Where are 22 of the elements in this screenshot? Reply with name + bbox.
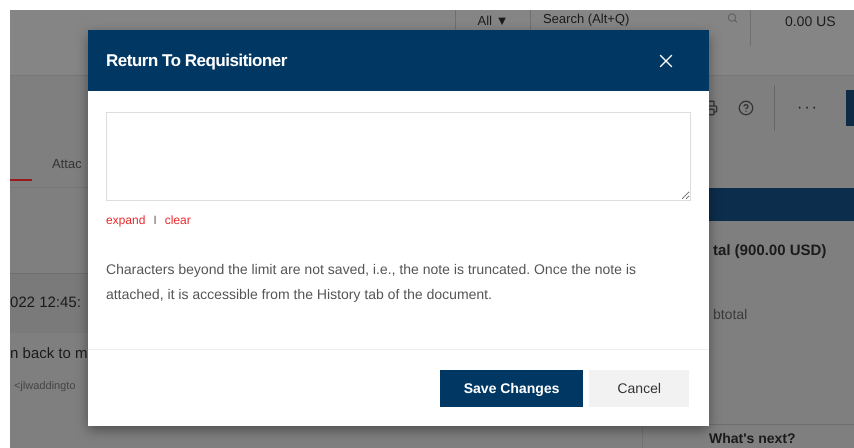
save-button[interactable]: Save Changes	[440, 370, 584, 406]
note-link[interactable]: expand	[106, 211, 146, 229]
timestamp: 022 12:45:	[10, 293, 81, 314]
scope-filter[interactable]: All ▼	[478, 11, 508, 30]
cart-total: 0.00 US	[785, 12, 836, 31]
more-button[interactable]: ···	[797, 96, 819, 120]
note-link[interactable]: clear	[164, 211, 191, 229]
cancel-button[interactable]: Cancel	[589, 370, 689, 406]
link-separator: I	[153, 212, 157, 229]
search-icon[interactable]	[727, 11, 738, 25]
help-icon[interactable]	[738, 100, 754, 116]
total-label: tal (900.00 USD)	[713, 242, 826, 259]
subtotal-label: btotal	[713, 306, 748, 322]
active-tab-indicator	[10, 179, 32, 181]
whats-next-heading: What's next?	[709, 431, 797, 445]
comment-text: n back to m	[10, 344, 89, 364]
tab[interactable]: Attac	[52, 154, 82, 174]
dialog-title: Return To Requisitioner	[106, 50, 287, 72]
search-field[interactable]: Search (Alt+Q)	[543, 11, 719, 27]
comment-author: <jlwaddingto	[14, 378, 76, 394]
truncation-message: Characters beyond the limit are not saved, i.e., the note is truncated. Once the note is attached, it is accessible from the History tab of the document.	[106, 260, 637, 304]
note-field[interactable]	[106, 112, 691, 201]
